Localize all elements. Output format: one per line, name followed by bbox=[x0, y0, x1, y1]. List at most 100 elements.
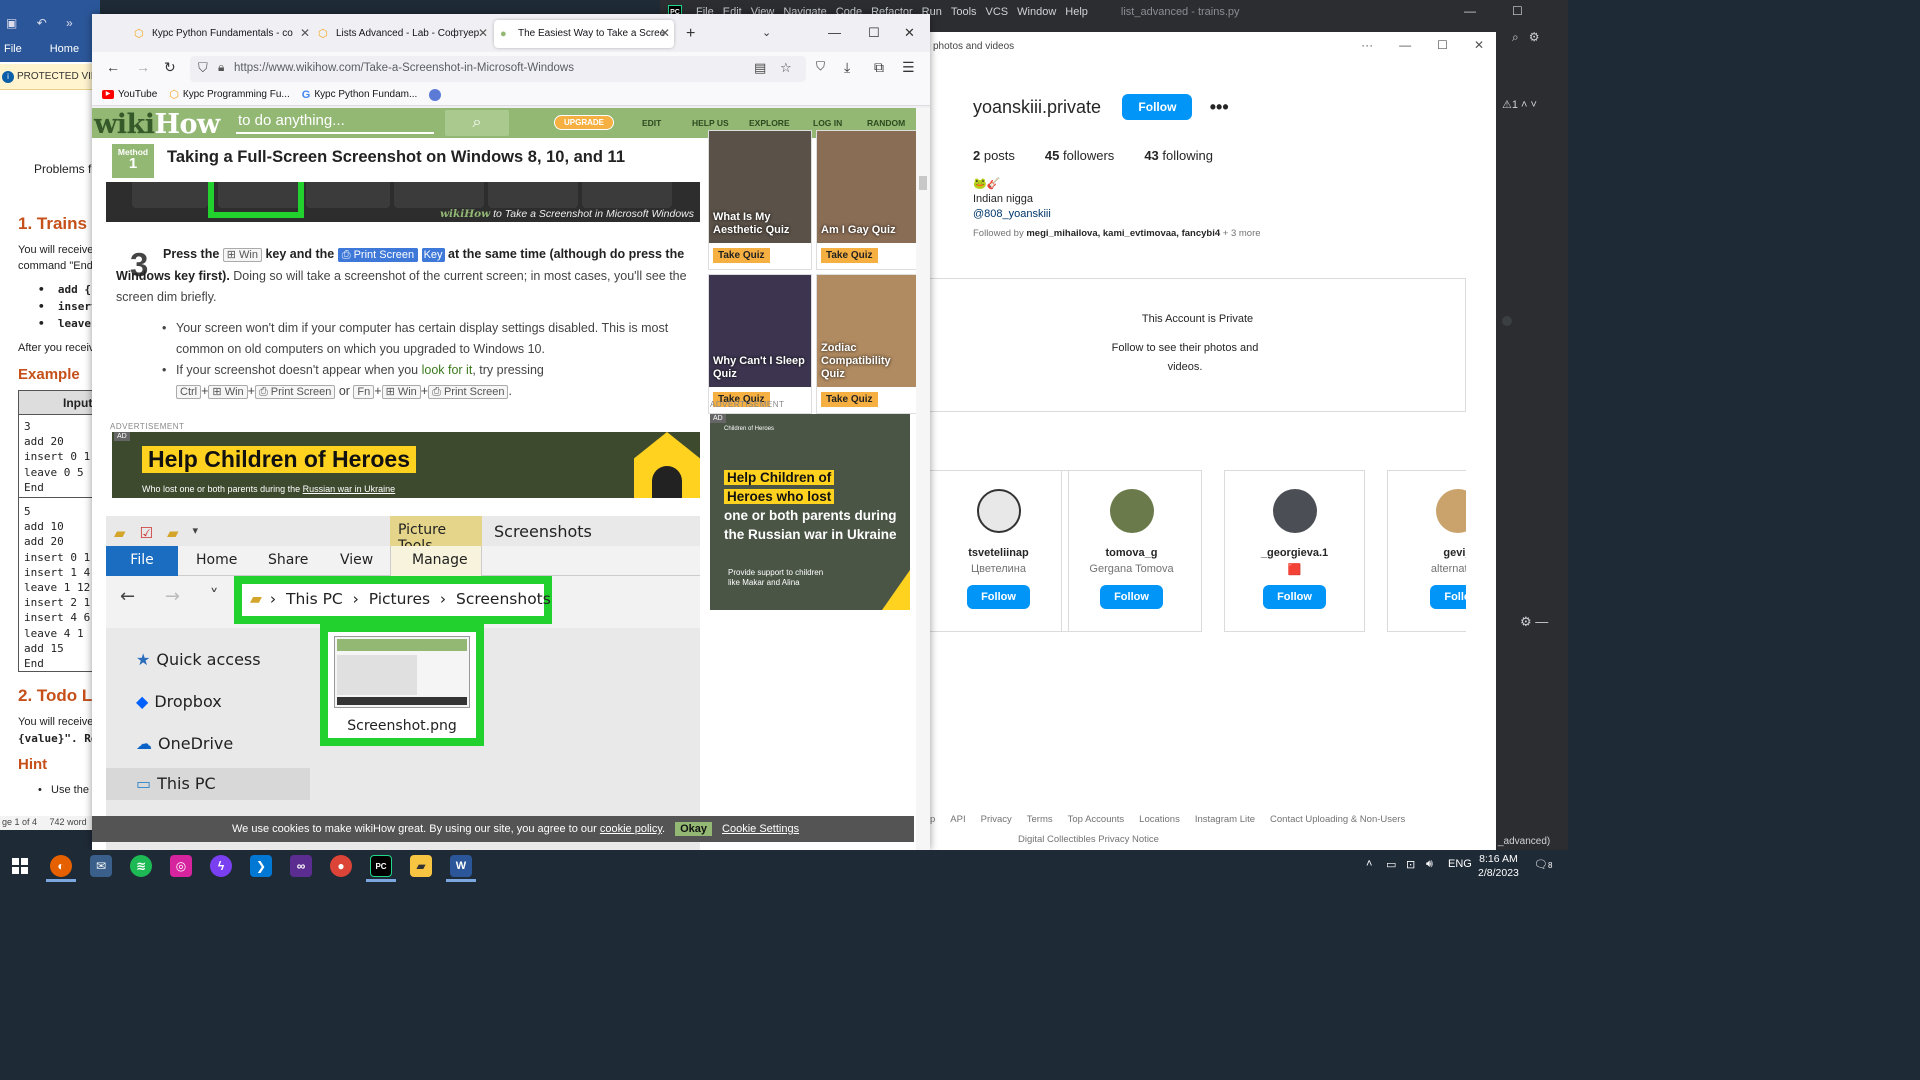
instagram-icon[interactable]: ◎ bbox=[170, 855, 192, 877]
bio-handle-link[interactable]: @808_yoanskiii bbox=[973, 207, 1473, 222]
minimize-icon[interactable]: — bbox=[1464, 4, 1476, 18]
tray-chevron-icon[interactable]: ˄ bbox=[1366, 858, 1372, 870]
minimize-icon[interactable]: — bbox=[828, 25, 841, 40]
close-tab-icon[interactable]: ✕ bbox=[478, 26, 488, 40]
bookmark-item[interactable]: G Курс Python Fundam... bbox=[302, 89, 418, 101]
suggestion-follow-button[interactable]: Follow bbox=[967, 585, 1030, 609]
search-input[interactable]: to do anything... bbox=[236, 112, 434, 134]
tray-app-icon[interactable]: ▭ bbox=[1386, 858, 1396, 871]
browser-tab[interactable]: ⬡ Lists Advanced - Lab - Софтуер ✕ bbox=[312, 20, 492, 48]
upgrade-button[interactable]: UPGRADE bbox=[554, 115, 615, 130]
pycharm-menu-vcs[interactable]: VCS bbox=[986, 6, 1009, 18]
suggestion-username[interactable]: tomova_g bbox=[1062, 547, 1201, 559]
file-explorer-icon[interactable]: ▰ bbox=[410, 855, 432, 877]
download-icon[interactable]: ⤓ bbox=[844, 59, 850, 76]
clock[interactable]: 8:16 AM 2/8/2023 bbox=[1478, 852, 1519, 880]
notification-icon[interactable]: 🗨︎8 bbox=[1534, 858, 1552, 871]
suggestion-follow-button[interactable]: Follow bbox=[1100, 585, 1163, 609]
settings-icon[interactable]: ⚙ bbox=[1529, 30, 1540, 45]
avatar[interactable] bbox=[1109, 489, 1154, 533]
mail-icon[interactable]: ✉ bbox=[90, 855, 112, 877]
nav-explore[interactable]: EXPLORE bbox=[749, 118, 790, 128]
language-indicator[interactable]: ENG bbox=[1448, 858, 1472, 870]
quiz-card[interactable]: Why Can't I Sleep Quiz Take Quiz bbox=[708, 274, 812, 414]
avatar[interactable] bbox=[1272, 489, 1317, 533]
take-quiz-button[interactable]: Take Quiz bbox=[821, 392, 878, 407]
cookie-okay-button[interactable]: Okay bbox=[675, 822, 713, 836]
side-ad-banner[interactable]: AD Children of Heroes Help Children of He… bbox=[710, 414, 910, 610]
footer-link[interactable]: Instagram Lite bbox=[1195, 814, 1255, 825]
visual-studio-icon[interactable]: ∞ bbox=[290, 855, 312, 877]
quick-access-icons[interactable]: ▣ ↶ » bbox=[6, 16, 81, 30]
footer-link[interactable]: Privacy bbox=[981, 814, 1012, 825]
nav-random[interactable]: RANDOM bbox=[867, 118, 905, 128]
minimize-icon[interactable]: — bbox=[1399, 38, 1411, 52]
following-count[interactable]: 43 following bbox=[1144, 148, 1213, 163]
maximize-icon[interactable]: ☐ bbox=[868, 25, 880, 41]
url-bar[interactable]: ⛉ 🔒︎ https://www.wikihow.com/Take-a-Scre… bbox=[190, 56, 806, 82]
wikihow-logo[interactable]: wikiHow bbox=[94, 109, 220, 140]
pycharm-icon[interactable]: PC bbox=[370, 855, 392, 877]
word-tab-home[interactable]: Home bbox=[50, 43, 79, 62]
gear-icon[interactable]: ⚙ — bbox=[1520, 614, 1548, 630]
followed-by[interactable]: Followed by megi_mihailova, kami_evtimov… bbox=[973, 228, 1473, 239]
ad-banner[interactable]: AD Help Children of Heroes Who lost one … bbox=[112, 432, 700, 498]
suggestion-follow-button[interactable]: Follo bbox=[1430, 585, 1466, 609]
shield-icon[interactable]: ⛉ bbox=[198, 60, 208, 76]
take-quiz-button[interactable]: Take Quiz bbox=[713, 248, 770, 263]
browser-tab[interactable]: ⬡ Курс Python Fundamentals - co ✕ bbox=[128, 20, 314, 48]
close-icon[interactable]: ✕ bbox=[904, 25, 915, 41]
footer-link[interactable]: API bbox=[950, 814, 965, 825]
more-options-icon[interactable]: ··· bbox=[1361, 38, 1373, 52]
more-options-icon[interactable]: ••• bbox=[1210, 97, 1229, 118]
firefox-icon[interactable]: ◐ bbox=[50, 855, 72, 877]
search-button[interactable]: ⌕ bbox=[445, 110, 509, 136]
new-tab-icon[interactable]: + bbox=[686, 25, 695, 43]
messenger-icon[interactable]: ϟ bbox=[210, 855, 232, 877]
follow-button[interactable]: Follow bbox=[1122, 94, 1193, 120]
avatar[interactable] bbox=[976, 489, 1021, 533]
word-icon[interactable]: W bbox=[450, 855, 472, 877]
lock-icon[interactable]: 🔒︎ bbox=[218, 60, 224, 75]
bookmark-item[interactable]: ⬡ Курс Programming Fu... bbox=[169, 88, 289, 101]
bookmark-item[interactable] bbox=[429, 88, 442, 101]
keyboard-image[interactable]: wikiHow to Take a Screenshot in Microsof… bbox=[106, 182, 700, 222]
close-icon[interactable]: ✕ bbox=[1474, 38, 1484, 52]
footer-link[interactable]: Contact Uploading & Non-Users bbox=[1270, 814, 1405, 825]
volume-icon[interactable]: 🔊︎ bbox=[1426, 858, 1433, 871]
close-tab-icon[interactable]: ✕ bbox=[660, 26, 670, 40]
close-tab-icon[interactable]: ✕ bbox=[300, 26, 310, 40]
quiz-card[interactable]: Zodiac Compatibility Quiz Take Quiz bbox=[816, 274, 920, 414]
chevron-down-icon[interactable]: ⌄ bbox=[762, 26, 771, 39]
vscode-icon[interactable]: ❯ bbox=[250, 855, 272, 877]
warning-indicator[interactable]: ⚠1 ˄ ˅ bbox=[1502, 98, 1537, 111]
footer-link[interactable]: Locations bbox=[1139, 814, 1180, 825]
spotify-icon[interactable]: ≋ bbox=[130, 855, 152, 877]
nav-log-in[interactable]: LOG IN bbox=[813, 118, 842, 128]
footer-link[interactable]: Terms bbox=[1027, 814, 1053, 825]
scrollbar-thumb[interactable] bbox=[919, 176, 927, 190]
pycharm-menu-tools[interactable]: Tools bbox=[951, 6, 977, 18]
nav-help-us[interactable]: HELP US bbox=[692, 118, 729, 128]
word-tab-file[interactable]: File bbox=[4, 43, 22, 62]
reload-icon[interactable]: ↻ bbox=[164, 59, 176, 76]
followers-count[interactable]: 45 followers bbox=[1045, 148, 1114, 163]
avatar[interactable] bbox=[1435, 489, 1466, 533]
nav-edit[interactable]: EDIT bbox=[642, 118, 661, 128]
url-text[interactable]: https://www.wikihow.com/Take-a-Screensho… bbox=[234, 62, 574, 74]
network-icon[interactable]: ⊡ bbox=[1406, 858, 1415, 871]
bookmark-youtube[interactable]: ▶ YouTube bbox=[102, 89, 157, 100]
forward-icon[interactable]: → bbox=[136, 59, 150, 75]
pycharm-menu-window[interactable]: Window bbox=[1017, 6, 1056, 18]
browser-tab-active[interactable]: ● The Easiest Way to Take a Scree ✕ bbox=[494, 20, 674, 48]
chrome-icon[interactable]: ● bbox=[330, 855, 352, 877]
cookie-policy-link[interactable]: cookie policy bbox=[600, 823, 662, 835]
maximize-icon[interactable]: ☐ bbox=[1437, 38, 1448, 52]
windows-start-icon[interactable] bbox=[12, 858, 28, 874]
menu-icon[interactable]: ☰ bbox=[902, 59, 915, 76]
quiz-card[interactable]: Am I Gay Quiz Take Quiz bbox=[816, 130, 920, 270]
quiz-card[interactable]: What Is My Aesthetic Quiz Take Quiz bbox=[708, 130, 812, 270]
suggestion-follow-button[interactable]: Follow bbox=[1263, 585, 1326, 609]
cookie-settings-link[interactable]: Cookie Settings bbox=[722, 823, 799, 835]
extensions-icon[interactable]: ⧉ bbox=[874, 59, 884, 76]
